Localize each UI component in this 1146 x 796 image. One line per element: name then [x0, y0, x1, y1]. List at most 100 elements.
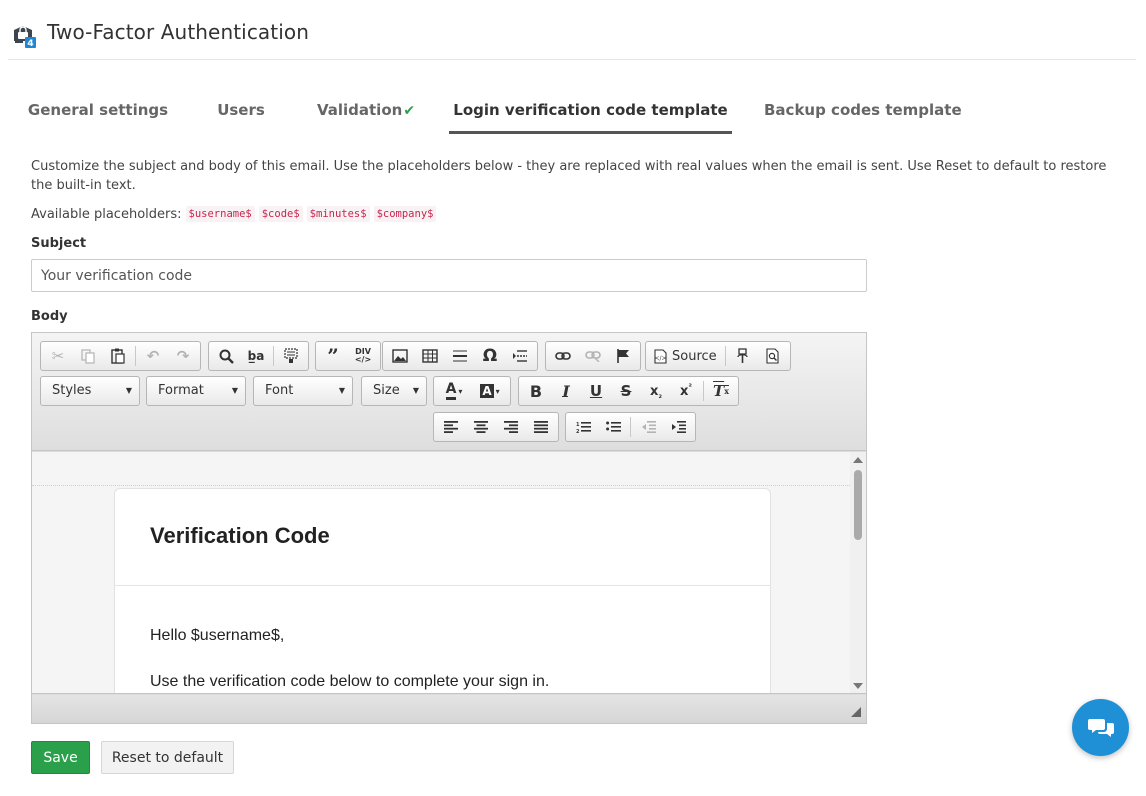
placeholder-code: $minutes$: [306, 206, 370, 222]
superscript-icon[interactable]: x²: [671, 378, 701, 404]
email-card: Verification Code Hello $username$, Use …: [114, 488, 771, 693]
bold-icon[interactable]: B: [521, 378, 551, 404]
page-break-icon[interactable]: [505, 343, 535, 369]
underline-icon[interactable]: U: [581, 378, 611, 404]
toolbar-separator: [703, 381, 704, 401]
chevron-down-icon: ▼: [412, 386, 419, 395]
styles-dropdown[interactable]: Styles ▼: [40, 376, 140, 406]
redo-icon[interactable]: ↷: [168, 343, 198, 369]
toolbar-separator: [724, 346, 726, 366]
scroll-down-icon[interactable]: [853, 683, 863, 689]
replace-icon[interactable]: b̲a: [241, 343, 271, 369]
source-button[interactable]: </> Source: [648, 343, 723, 369]
email-body-line: Use the verification code below to compl…: [150, 673, 550, 690]
align-left-icon[interactable]: [436, 414, 466, 440]
div-container-icon[interactable]: DIV </>: [348, 343, 378, 369]
lock-shield-icon: 4: [14, 26, 36, 48]
placeholders-label: Available placeholders:: [31, 206, 182, 222]
chat-button[interactable]: [1072, 699, 1129, 756]
link-icon[interactable]: [548, 343, 578, 369]
resize-handle-icon[interactable]: [851, 707, 861, 717]
bulleted-list-icon[interactable]: [598, 414, 628, 440]
justify-icon[interactable]: [526, 414, 556, 440]
svg-text:1: 1: [576, 422, 580, 428]
anchor-flag-icon[interactable]: [608, 343, 638, 369]
editor-toolbar: ✂ ↶ ↷ b̲a ” DIV </> Ω </> Source Styles …: [32, 333, 866, 451]
editor-content-area[interactable]: Verification Code Hello $username$, Use …: [32, 452, 866, 694]
subject-label: Subject: [31, 236, 87, 251]
background-color-icon[interactable]: A ▾: [472, 378, 508, 404]
color-group: A ▾ A ▾: [433, 376, 511, 406]
chevron-down-icon: ▼: [125, 386, 132, 395]
svg-text:</>: </>: [654, 355, 666, 362]
save-button[interactable]: Save: [31, 741, 90, 774]
copy-icon[interactable]: [73, 343, 103, 369]
size-label: Size: [373, 383, 400, 398]
link-group: [545, 341, 641, 371]
scroll-up-icon[interactable]: [853, 457, 863, 463]
tab-label: Validation: [316, 101, 403, 119]
checkmark-icon: ✔: [403, 103, 416, 119]
image-icon[interactable]: [385, 343, 415, 369]
find-icon[interactable]: [211, 343, 241, 369]
tab-label: Users: [217, 101, 265, 119]
editor-statusbar: [32, 695, 866, 723]
placeholder-code: $code$: [258, 206, 303, 222]
special-character-icon[interactable]: Ω: [475, 343, 505, 369]
tab-login-verification-code-template[interactable]: Login verification code template: [449, 88, 732, 134]
placeholder-code: $company$: [373, 206, 437, 222]
card-divider: [115, 585, 770, 586]
tab-validation[interactable]: Validation✔: [316, 88, 416, 134]
format-dropdown[interactable]: Format ▼: [146, 376, 246, 406]
placeholder-code: $username$: [185, 206, 255, 222]
numbered-list-icon[interactable]: 12: [568, 414, 598, 440]
tab-label: General settings: [27, 101, 169, 119]
basic-styles-group: B I U S x₂ x² Tx: [518, 376, 739, 406]
vertical-scrollbar[interactable]: [850, 452, 866, 693]
svg-text:2: 2: [576, 429, 580, 433]
clipboard-group: ✂ ↶ ↷: [40, 341, 201, 371]
reset-to-default-button[interactable]: Reset to default: [101, 741, 234, 774]
email-greeting: Hello $username$,: [150, 627, 285, 644]
page-header: 4 Two-Factor Authentication: [8, 0, 1136, 60]
description-text: Customize the subject and body of this e…: [31, 159, 1107, 193]
tab-users[interactable]: Users: [210, 88, 272, 134]
chevron-down-icon: ▼: [338, 386, 345, 395]
strikethrough-icon[interactable]: S: [611, 378, 641, 404]
subscript-icon[interactable]: x₂: [641, 378, 671, 404]
select-all-icon[interactable]: [276, 343, 306, 369]
cut-icon[interactable]: ✂: [43, 343, 73, 369]
font-label: Font: [265, 383, 294, 398]
size-dropdown[interactable]: Size ▼: [361, 376, 427, 406]
table-icon[interactable]: [415, 343, 445, 369]
font-dropdown[interactable]: Font ▼: [253, 376, 353, 406]
remove-format-icon[interactable]: Tx: [706, 378, 736, 404]
text-color-icon[interactable]: A ▾: [436, 378, 472, 404]
blockquote-icon[interactable]: ”: [318, 343, 348, 369]
align-right-icon[interactable]: [496, 414, 526, 440]
subject-input[interactable]: [31, 259, 867, 292]
block-group: ” DIV </>: [315, 341, 381, 371]
tab-backup-codes-template[interactable]: Backup codes template: [764, 88, 962, 134]
undo-icon[interactable]: ↶: [138, 343, 168, 369]
horizontal-line-icon[interactable]: [445, 343, 475, 369]
unlink-icon[interactable]: [578, 343, 608, 369]
italic-icon[interactable]: I: [551, 378, 581, 404]
tab-label: Backup codes template: [764, 101, 962, 119]
indent-icon[interactable]: [663, 414, 693, 440]
tab-general-settings[interactable]: General settings: [22, 88, 174, 134]
outdent-icon[interactable]: [633, 414, 663, 440]
document-group: </> Source: [645, 341, 791, 371]
find-group: b̲a: [208, 341, 309, 371]
list-group: 12: [565, 412, 696, 442]
preview-icon[interactable]: [758, 343, 788, 369]
align-center-icon[interactable]: [466, 414, 496, 440]
templates-icon[interactable]: [728, 343, 758, 369]
scrollbar-thumb[interactable]: [854, 470, 862, 540]
paste-icon[interactable]: [103, 343, 133, 369]
chat-bubbles-icon: [1087, 718, 1114, 737]
placeholders-line: Available placeholders: $username$ $code…: [31, 206, 437, 222]
svg-text:4: 4: [27, 39, 33, 48]
toolbar-separator: [630, 417, 631, 437]
body-label: Body: [31, 309, 68, 324]
